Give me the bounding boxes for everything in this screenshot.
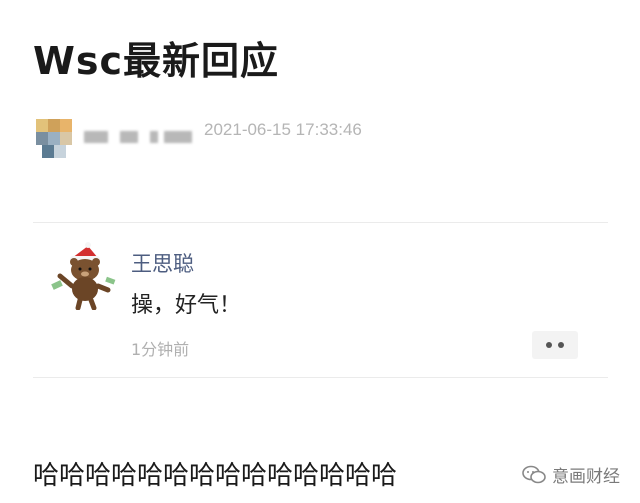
more-dots-icon xyxy=(558,342,564,348)
watermark-text: 意画财经 xyxy=(552,467,620,487)
watermark: 意画财经 xyxy=(522,462,620,487)
more-button[interactable] xyxy=(532,331,578,359)
wechat-icon xyxy=(522,465,546,483)
divider xyxy=(33,377,608,378)
post-timestamp: 2021-06-15 17:33:46 xyxy=(204,120,362,139)
comment-avatar[interactable] xyxy=(48,238,120,311)
comment-author[interactable]: 王思聪 xyxy=(131,248,194,278)
caption-text: 哈哈哈哈哈哈哈哈哈哈哈哈哈哈 xyxy=(33,461,398,491)
divider xyxy=(33,222,608,223)
comment-time: 1分钟前 xyxy=(131,340,190,359)
more-dots-icon xyxy=(546,342,552,348)
author-avatar-blurred xyxy=(36,119,72,159)
post-title: Wsc最新回应 xyxy=(33,39,280,83)
comment-text: 操，好气！ xyxy=(131,293,242,318)
